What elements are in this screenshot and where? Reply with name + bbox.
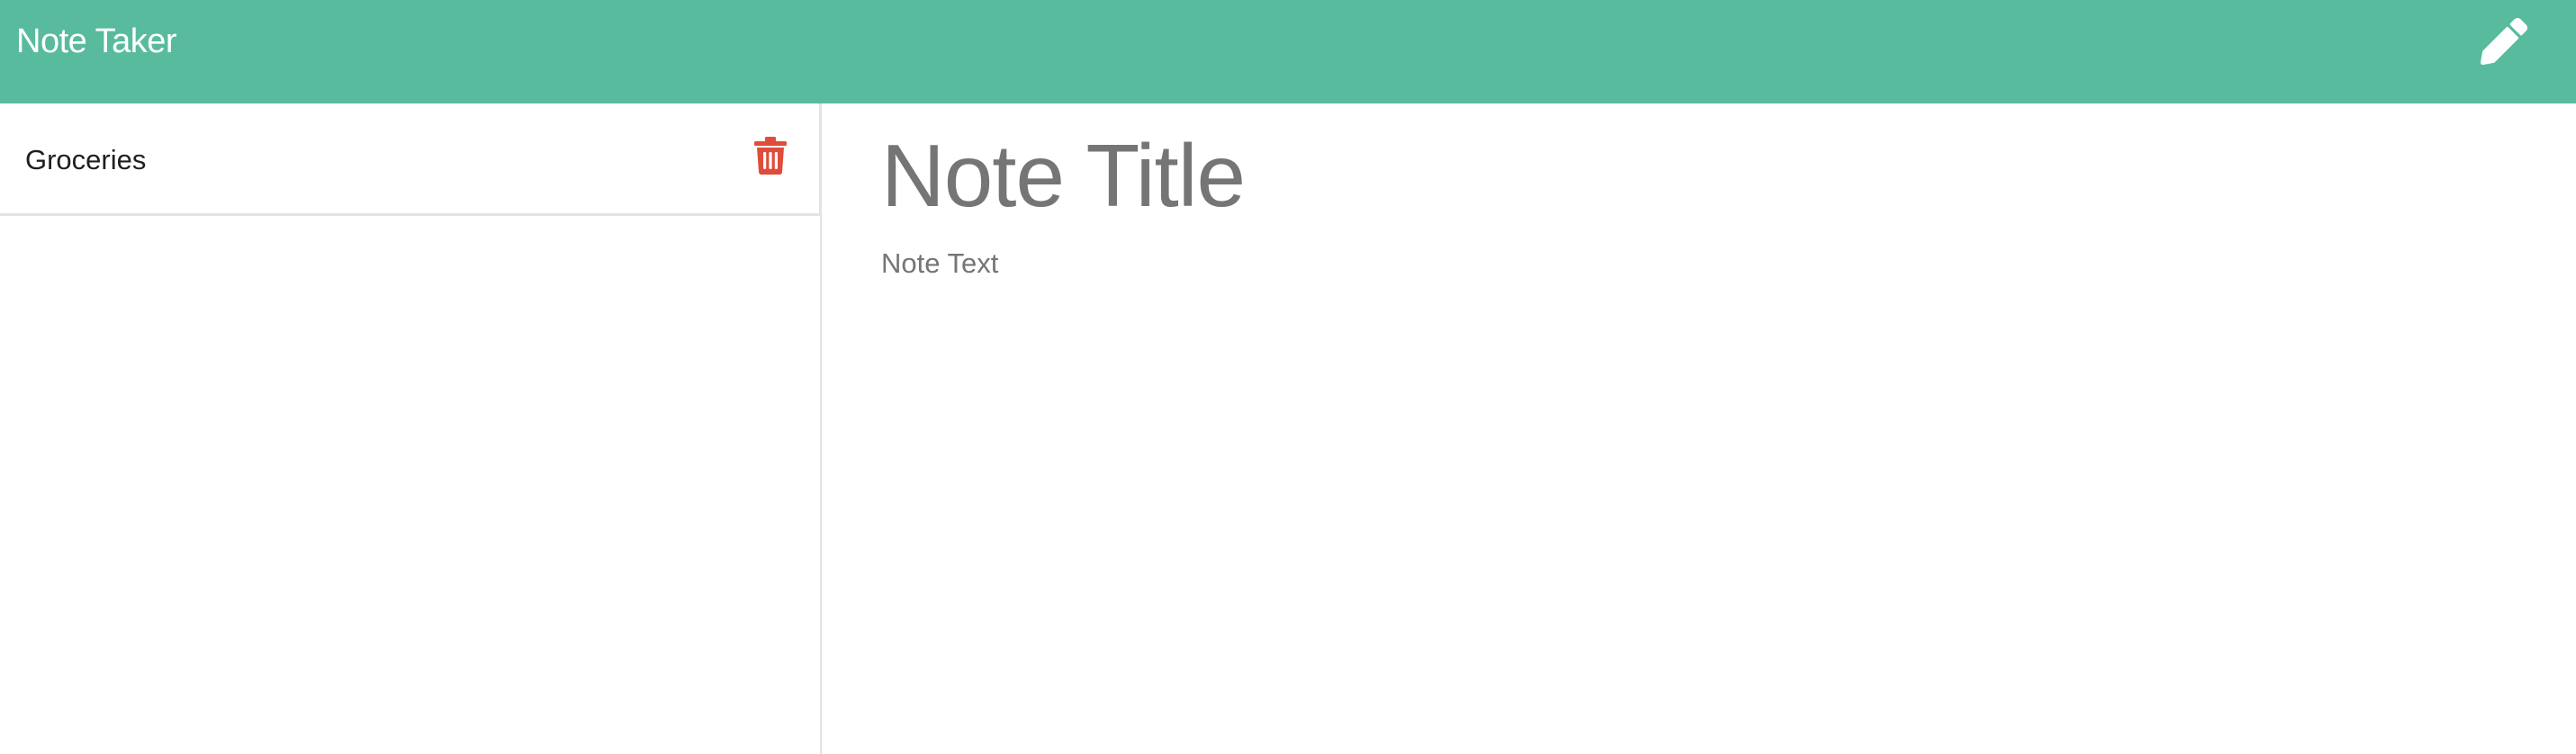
trash-icon (754, 137, 787, 175)
app-brand[interactable]: Note Taker (16, 20, 177, 63)
new-note-button[interactable] (2479, 16, 2529, 67)
note-list: Groceries (0, 103, 820, 216)
navbar: Note Taker (0, 0, 2576, 103)
list-item[interactable]: Groceries (0, 103, 820, 216)
pencil-icon (2481, 18, 2527, 65)
delete-note-button[interactable] (754, 137, 790, 176)
note-item-title: Groceries (25, 144, 147, 175)
notes-sidebar: Groceries (0, 103, 822, 754)
note-text-input[interactable] (881, 246, 2231, 624)
note-title-input[interactable] (881, 121, 2231, 229)
note-editor (824, 103, 2576, 754)
